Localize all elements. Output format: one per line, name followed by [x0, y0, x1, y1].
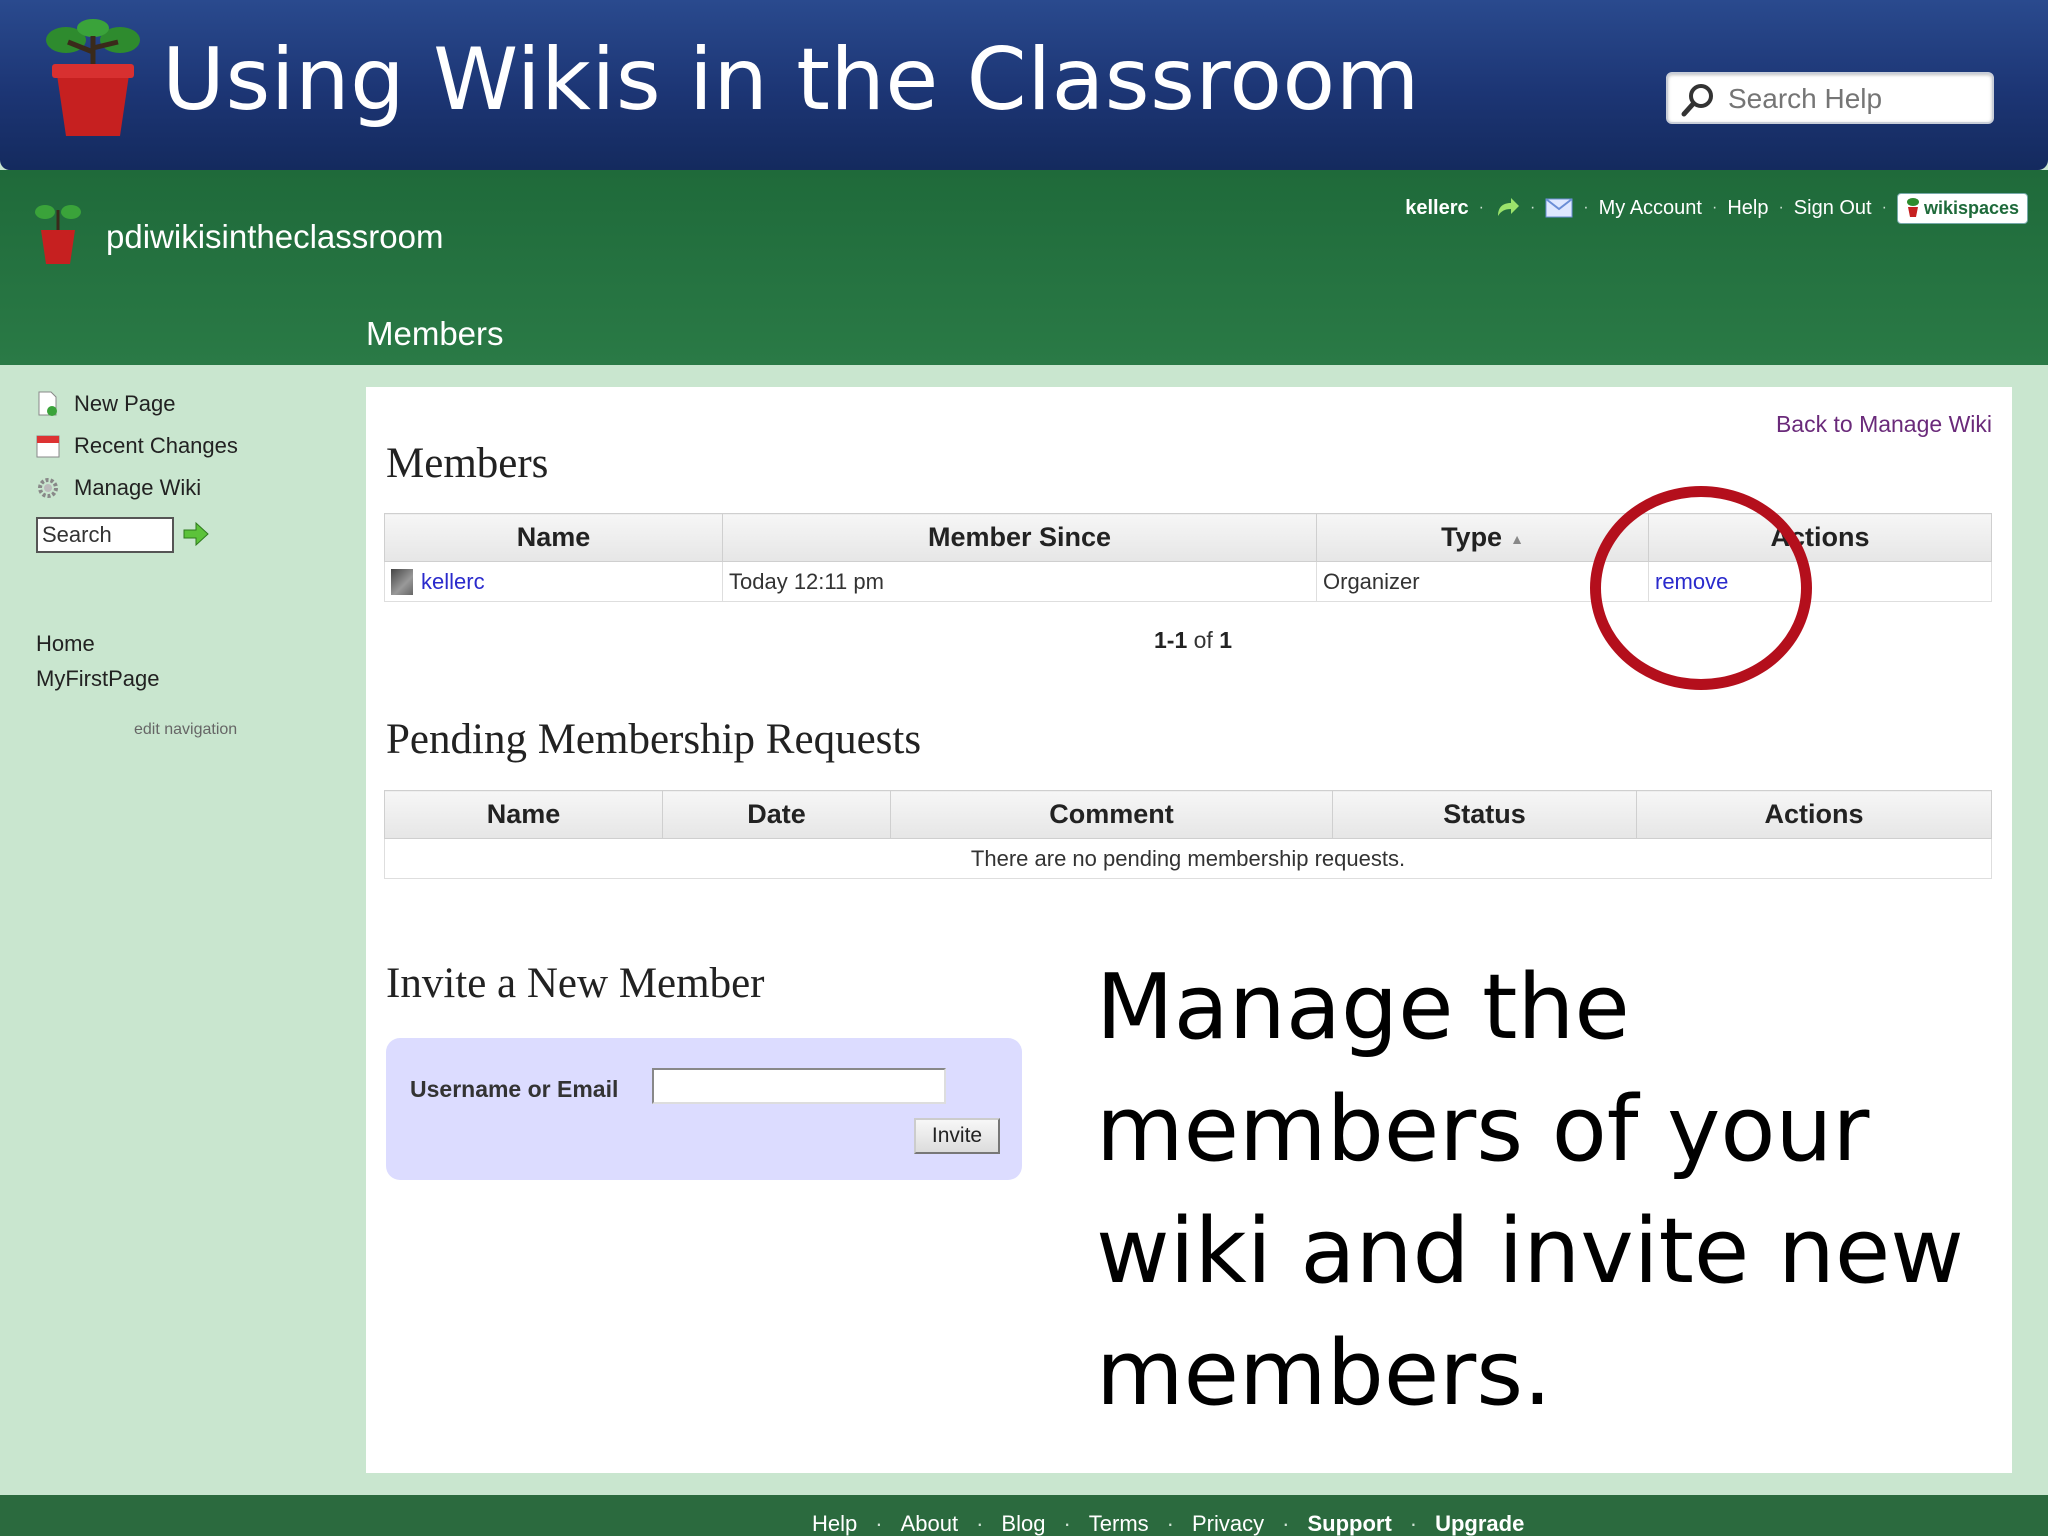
sidebar-item-recent-changes[interactable]: Recent Changes	[36, 433, 238, 459]
slide-title: Using Wikis in the Classroom	[162, 30, 1420, 130]
back-to-manage-wiki-link[interactable]: Back to Manage Wiki	[1776, 411, 1992, 438]
sort-ascending-icon: ▲	[1510, 530, 1524, 547]
new-page-icon	[38, 391, 57, 416]
sign-out-link[interactable]: Sign Out	[1794, 197, 1872, 220]
avatar	[391, 568, 413, 595]
gear-icon	[38, 478, 58, 498]
help-search-box[interactable]	[1666, 72, 1994, 124]
wiki-name[interactable]: pdiwikisintheclassroom	[106, 218, 443, 256]
highlight-circle-annotation	[1590, 486, 1812, 690]
footer-link-terms[interactable]: Terms	[1089, 1511, 1149, 1536]
slide-caption: Manage the members of your wiki and invi…	[1096, 955, 1964, 1426]
footer-link-support[interactable]: Support	[1307, 1511, 1391, 1536]
column-header-name[interactable]: Name	[384, 790, 663, 839]
pager-of: of	[1193, 627, 1213, 653]
footer-link-about[interactable]: About	[901, 1511, 959, 1536]
wiki-plant-logo-icon	[35, 205, 81, 264]
member-name-link[interactable]: kellerc	[421, 569, 485, 595]
mail-icon[interactable]	[1545, 198, 1573, 218]
member-name-cell: kellerc	[384, 561, 723, 602]
sidebar-item-new-page[interactable]: New Page	[36, 391, 176, 417]
my-account-link[interactable]: My Account	[1599, 197, 1702, 220]
footer-link-help[interactable]: Help	[812, 1511, 857, 1536]
footer-link-blog[interactable]: Blog	[1001, 1511, 1045, 1536]
calendar-icon	[36, 435, 60, 458]
column-header-comment[interactable]: Comment	[890, 790, 1333, 839]
slide-banner: Using Wikis in the Classroom	[0, 0, 2048, 170]
user-bar: kellerc · · · My Account · Help · Sign O…	[1405, 188, 2028, 228]
wikispaces-pot-icon	[1906, 198, 1919, 217]
column-header-actions[interactable]: Actions	[1636, 790, 1992, 839]
sidebar-item-label: New Page	[74, 391, 176, 416]
username-or-email-label: Username or Email	[410, 1076, 619, 1102]
magnifier-icon	[1681, 84, 1713, 117]
pending-requests-table: Name Date Comment Status Actions There a…	[384, 790, 1992, 879]
edit-navigation-link[interactable]: edit navigation	[134, 721, 237, 739]
members-title: Members	[386, 440, 549, 487]
wiki-header: pdiwikisintheclassroom kellerc · · · My …	[0, 170, 2048, 365]
pager-range: 1-1	[1154, 627, 1188, 653]
page-heading: Members	[366, 315, 504, 352]
sidebar-item-manage-wiki[interactable]: Manage Wiki	[36, 475, 201, 501]
share-arrow-icon[interactable]	[1494, 196, 1520, 220]
pending-requests-title: Pending Membership Requests	[386, 716, 922, 763]
column-header-name[interactable]: Name	[384, 513, 723, 562]
footer-link-privacy[interactable]: Privacy	[1192, 1511, 1264, 1536]
plant-pot-logo-icon	[46, 19, 140, 136]
footer-link-upgrade[interactable]: Upgrade	[1435, 1511, 1524, 1536]
column-header-member-since[interactable]: Member Since	[722, 513, 1317, 562]
sidebar-item-label: Recent Changes	[74, 433, 238, 458]
footer: Help · About · Blog · Terms · Privacy · …	[0, 1495, 2048, 1536]
empty-state-message: There are no pending membership requests…	[384, 838, 1992, 879]
sidebar-link-home[interactable]: Home	[36, 631, 95, 657]
wikispaces-badge[interactable]: wikispaces	[1896, 192, 2028, 224]
username-link[interactable]: kellerc	[1405, 197, 1468, 220]
member-since-cell: Today 12:11 pm	[722, 561, 1317, 602]
invite-form: Username or Email Invite	[386, 1038, 1022, 1180]
wikispaces-badge-label: wikispaces	[1923, 197, 2019, 218]
left-sidebar: New Page Recent Changes Manage Wiki Home…	[0, 365, 366, 1495]
search-go-arrow-icon[interactable]	[182, 521, 210, 547]
column-header-date[interactable]: Date	[662, 790, 891, 839]
footer-links: Help · About · Blog · Terms · Privacy · …	[812, 1511, 1525, 1536]
table-row: There are no pending membership requests…	[384, 838, 1992, 879]
sidebar-item-label: Manage Wiki	[74, 475, 202, 500]
column-header-label: Type	[1441, 522, 1503, 552]
invite-member-title: Invite a New Member	[386, 960, 765, 1007]
sidebar-link-myfirstpage[interactable]: MyFirstPage	[36, 666, 159, 692]
help-search-input[interactable]	[1728, 80, 1984, 118]
pager-summary: 1-1 of 1	[1154, 627, 1232, 654]
username-or-email-input[interactable]	[652, 1068, 946, 1104]
wiki-search-input[interactable]	[36, 517, 174, 553]
invite-button[interactable]: Invite	[914, 1118, 1000, 1154]
pager-total: 1	[1219, 627, 1233, 653]
help-link[interactable]: Help	[1727, 197, 1768, 220]
column-header-status[interactable]: Status	[1332, 790, 1637, 839]
